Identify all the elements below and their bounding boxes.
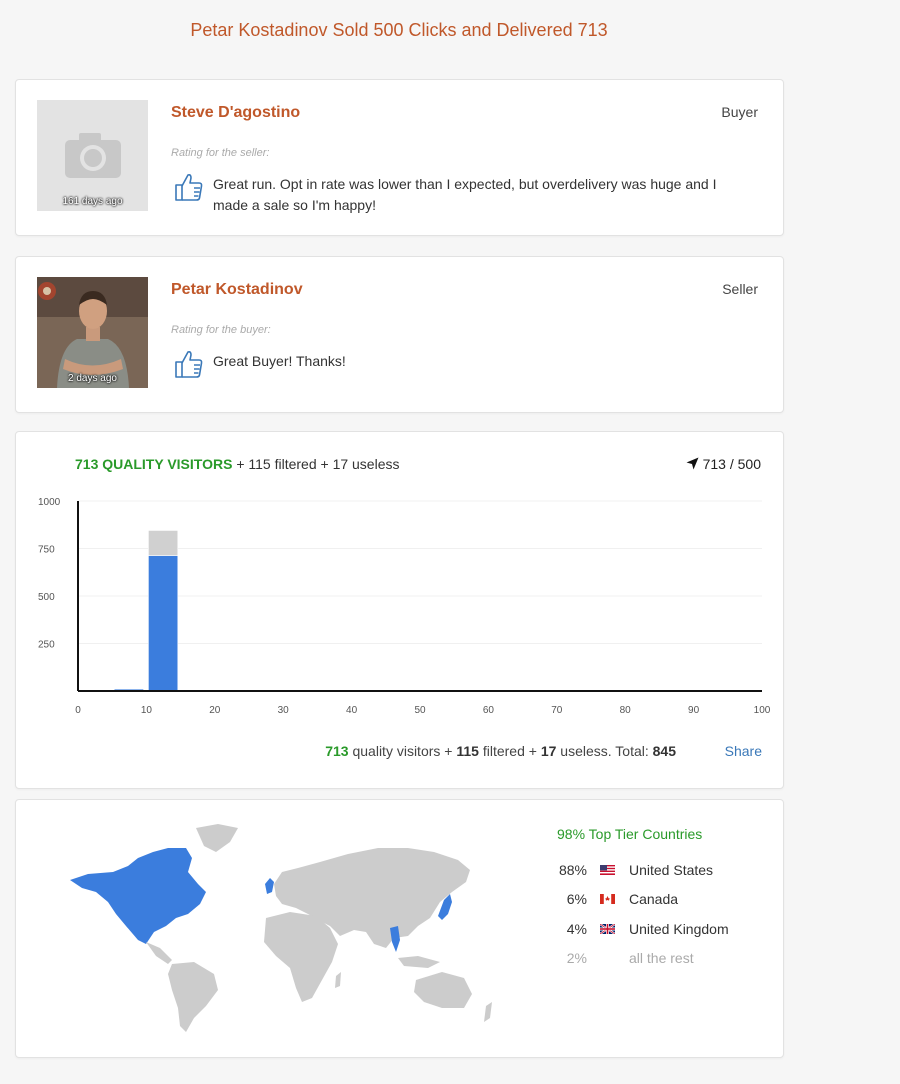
review-date: 2 days ago: [68, 373, 117, 384]
x-tick-label: 80: [620, 705, 632, 716]
buyer-review-card: 161 days ago Steve D'agostino Buyer Rati…: [15, 79, 784, 236]
total-count: 845: [652, 743, 676, 759]
map-region-australia: [414, 972, 472, 1008]
review-comment: Great Buyer! Thanks!: [213, 353, 346, 369]
country-name: all the rest: [629, 950, 694, 966]
reviewer-name[interactable]: Steve D'agostino: [171, 104, 300, 122]
map-region-uk: [265, 878, 274, 894]
x-tick-label: 90: [688, 705, 700, 716]
total-filtered-count: 115: [456, 743, 479, 759]
map-region-madagascar: [335, 972, 341, 988]
rating-label: Rating for the seller:: [171, 147, 270, 159]
country-pct: 6%: [566, 891, 587, 907]
map-region-north-america: [70, 848, 206, 944]
top-tier-label: 98% Top Tier Countries: [557, 826, 703, 842]
x-tick-label: 30: [278, 705, 290, 716]
country-pct: 2%: [566, 950, 587, 966]
y-tick-label: 750: [38, 545, 55, 556]
country-name: Canada: [629, 891, 679, 907]
y-tick-label: 1000: [38, 497, 61, 508]
filtered-useless-label: + 115 filtered + 17 useless: [236, 456, 400, 472]
reviewer-role: Seller: [722, 281, 758, 297]
x-tick-label: 50: [414, 705, 426, 716]
reviewer-name[interactable]: Petar Kostadinov: [171, 281, 303, 299]
y-tick-label: 250: [38, 640, 55, 651]
review-comment: Great run. Opt in rate was lower than I …: [213, 176, 717, 213]
buyer-avatar: 161 days ago: [37, 100, 148, 211]
country-pct: 88%: [558, 862, 587, 878]
quality-visitors-label: 713 QUALITY VISITORS: [75, 456, 233, 472]
visitors-chart-card: 713 QUALITY VISITORS + 115 filtered + 17…: [15, 431, 784, 789]
map-region-new-zealand: [484, 1002, 492, 1022]
world-map: [70, 824, 492, 1032]
us-flag-icon: [600, 865, 615, 875]
rating-label: Rating for the buyer:: [171, 324, 271, 336]
navigation-arrow-icon: [686, 457, 699, 470]
camera-placeholder-icon: [65, 133, 121, 178]
review-date: 161 days ago: [62, 196, 123, 207]
visitors-bar-chart: 1000 750 500 250 0 10 20 30 40 50 60 70 80 90 100: [38, 497, 771, 716]
x-tick-label: 10: [141, 705, 153, 716]
map-region-central-america: [146, 942, 172, 964]
uk-flag-icon: [600, 924, 615, 934]
ca-flag-icon: [600, 894, 615, 904]
chart-bar: [148, 530, 179, 556]
x-tick-label: 0: [75, 705, 81, 716]
thumbs-up-icon: [175, 351, 203, 378]
seller-avatar: 2 days ago: [37, 277, 148, 388]
chart-bar: [148, 555, 179, 692]
x-tick-label: 40: [346, 705, 358, 716]
seller-review-card: 2 days ago Petar Kostadinov Seller Ratin…: [15, 256, 784, 413]
total-filtered-text: filtered +: [482, 743, 537, 759]
page-title: Petar Kostadinov Sold 500 Clicks and Del…: [190, 20, 608, 40]
total-useless-count: 17: [540, 743, 557, 759]
map-region-greenland: [196, 824, 238, 852]
map-region-south-america: [168, 962, 218, 1032]
x-tick-label: 70: [551, 705, 563, 716]
country-pct: 4%: [566, 921, 587, 937]
x-tick-label: 20: [209, 705, 221, 716]
totals-line: 713 quality visitors + 115 filtered + 17…: [16, 743, 676, 759]
profile-photo: [37, 277, 148, 388]
map-region-africa: [264, 912, 338, 1002]
reviewer-role: Buyer: [721, 104, 758, 120]
country-name: United Kingdom: [629, 921, 729, 937]
map-region-indonesia: [398, 956, 440, 968]
delivered-ratio-text: 713 / 500: [702, 456, 761, 472]
geo-card: 98% Top Tier Countries 88% United States…: [15, 799, 784, 1058]
y-tick-label: 500: [38, 592, 55, 603]
visitors-summary: 713 QUALITY VISITORS + 115 filtered + 17…: [75, 456, 400, 472]
x-tick-label: 60: [483, 705, 495, 716]
total-useless-text: useless. Total:: [560, 743, 649, 759]
total-quality-text: quality visitors +: [352, 743, 453, 759]
thumbs-up-icon: [175, 174, 203, 201]
delivered-ratio: 713 / 500: [686, 456, 761, 472]
share-link[interactable]: Share: [725, 743, 762, 759]
x-tick-label: 100: [754, 705, 771, 716]
country-name: United States: [629, 862, 714, 878]
total-quality-count: 713: [325, 743, 349, 759]
